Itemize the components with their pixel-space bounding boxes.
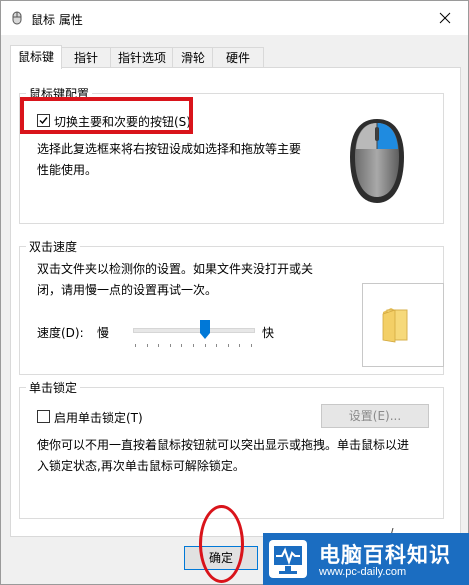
mouse-app-icon	[12, 11, 22, 25]
click-lock-settings-button[interactable]: 设置(E)...	[321, 404, 429, 428]
tab-pointer-options[interactable]: 指针选项	[110, 47, 174, 68]
double-click-title: 双击速度	[26, 238, 81, 255]
annotation-highlight-rect	[20, 97, 193, 134]
slider-tick	[135, 344, 136, 347]
monitor-pulse-icon	[269, 540, 307, 578]
fast-label: 快	[262, 326, 275, 340]
annotation-highlight-ellipse	[199, 505, 244, 583]
folder-icon	[382, 308, 408, 343]
title-bar: 鼠标 属性	[1, 1, 468, 35]
close-icon	[439, 12, 451, 24]
close-button[interactable]	[422, 1, 468, 35]
slider-tick	[228, 344, 229, 347]
tab-wheel[interactable]: 滑轮	[172, 47, 214, 68]
slider-tick	[216, 344, 217, 347]
slider-tick	[147, 344, 148, 347]
slider-tick	[239, 344, 240, 347]
slider-tick	[158, 344, 159, 347]
click-lock-checkbox[interactable]	[37, 410, 50, 423]
button-config-description: 选择此复选框来将右按钮设成如选择和拖放等主要 性能使用。	[37, 142, 302, 177]
tab-hardware[interactable]: 硬件	[212, 47, 264, 68]
tab-pointers[interactable]: 指针	[60, 47, 112, 68]
watermark-url: www.pc-daily.com	[319, 566, 407, 578]
click-lock-label[interactable]: 启用单击锁定(T)	[54, 409, 143, 426]
slider-tick	[181, 344, 182, 347]
slider-tick	[251, 344, 252, 347]
window-title: 鼠标 属性	[31, 13, 83, 27]
tab-mouse-buttons[interactable]: 鼠标键	[10, 45, 62, 69]
watermark-banner: 电脑百科知识 www.pc-daily.com	[263, 533, 469, 585]
click-lock-title: 单击锁定	[26, 379, 81, 396]
speed-label: 速度(D):	[37, 326, 84, 340]
mouse-icon	[350, 119, 404, 203]
slow-label: 慢	[97, 326, 110, 340]
click-lock-description: 使你可以不用一直按着鼠标按钮就可以突出显示或拖拽。单击鼠标以进 入锁定状态,再次…	[37, 438, 410, 473]
speed-slider-thumb[interactable]	[200, 320, 210, 339]
speed-slider-track[interactable]	[133, 328, 255, 333]
test-folder-area[interactable]	[362, 283, 444, 367]
watermark-title: 电脑百科知识	[319, 543, 451, 567]
double-click-description: 双击文件夹以检测你的设置。如果文件夹没打开或关 闭，请用慢一点的设置再试一次。	[37, 262, 314, 297]
slider-tick	[170, 344, 171, 347]
slider-tick	[205, 344, 206, 347]
slider-tick	[193, 344, 194, 347]
mouse-properties-dialog: 鼠标 属性 鼠标键 指针 指针选项 滑轮 硬件 鼠标键配置 切换主要和次要的按钮…	[0, 0, 469, 585]
